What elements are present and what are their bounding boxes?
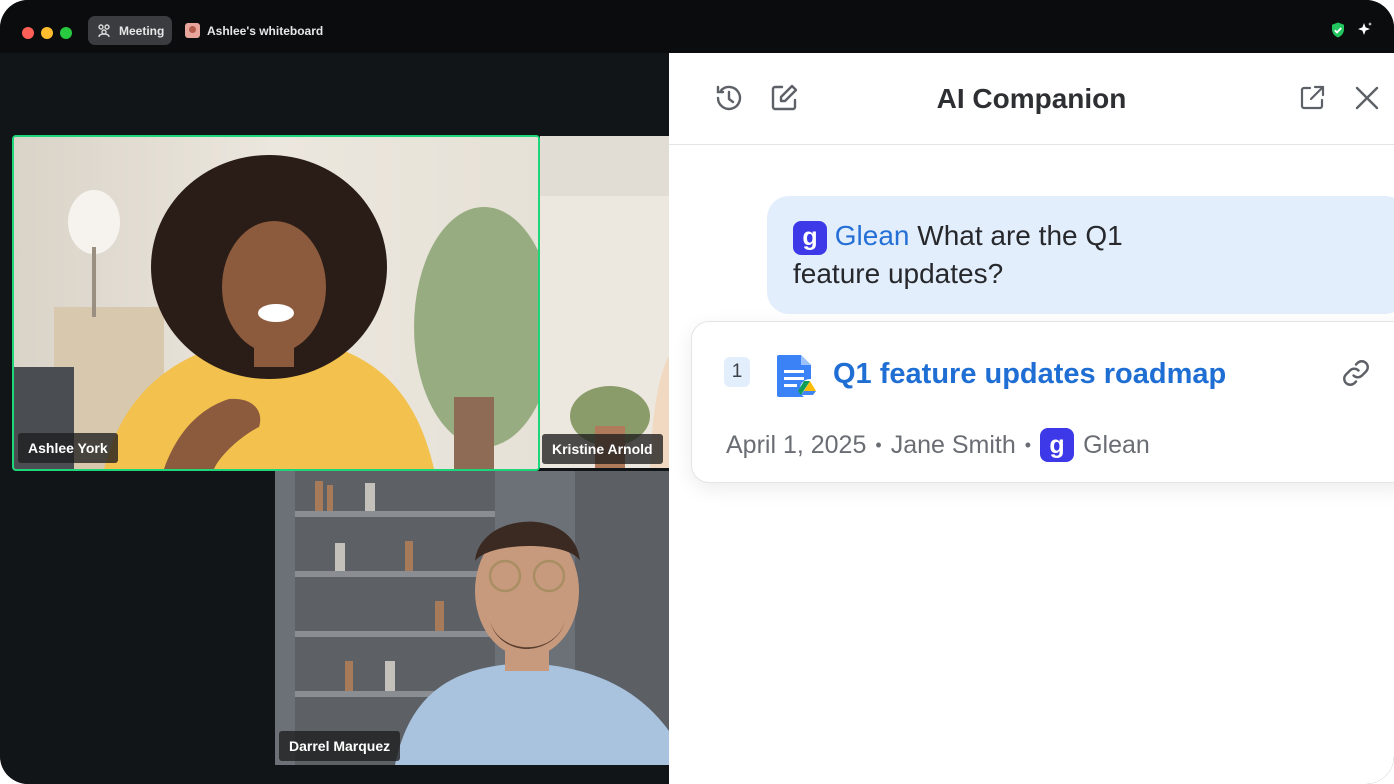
result-meta: April 1, 2025 • Jane Smith • g Glean: [726, 428, 1150, 462]
participant-name-tag: Ashlee York: [18, 433, 118, 463]
window-minimize-button[interactable]: [41, 27, 53, 39]
tab-whiteboard[interactable]: Ashlee's whiteboard: [176, 16, 331, 45]
query-line-1: g Glean What are the Q1: [793, 220, 1123, 255]
whiteboard-thumbnail: [184, 23, 200, 39]
separator-dot: •: [875, 434, 882, 455]
meeting-window: Meeting Ashlee's whiteboard Ashlee York …: [0, 0, 1394, 784]
pop-out-icon[interactable]: [1295, 81, 1329, 115]
query-source: Glean: [834, 220, 910, 251]
participant-video-ashlee: [14, 137, 538, 469]
panel-title: AI Companion: [936, 83, 1127, 114]
link-icon[interactable]: [1340, 357, 1372, 389]
google-docs-icon: [775, 353, 821, 399]
shield-check-icon[interactable]: [1329, 21, 1347, 39]
tab-meeting[interactable]: Meeting: [88, 16, 173, 45]
window-close-button[interactable]: [22, 27, 34, 39]
result-author: Jane Smith: [890, 430, 1016, 459]
window-zoom-button[interactable]: [60, 27, 72, 39]
panel-header: AI Companion: [669, 53, 1394, 145]
query-text-2: feature updates?: [793, 258, 1004, 289]
glean-logo-icon: g: [793, 220, 827, 255]
participant-name-tag: Kristine Arnold: [542, 434, 663, 464]
result-card[interactable]: 1 Q1 feature updates roadmap April 1, 20…: [691, 321, 1394, 483]
query-text-1: What are the Q1: [917, 220, 1123, 251]
participant-name-tag: Darrel Marquez: [279, 731, 401, 761]
video-stage: Ashlee York Kristine Arnold Darrel Marqu…: [0, 53, 669, 784]
participant-tile-darrel[interactable]: Darrel Marquez: [275, 471, 669, 765]
title-bar: Meeting Ashlee's whiteboard: [0, 0, 1394, 53]
query-bubble: g Glean What are the Q1 feature updates?: [767, 196, 1394, 314]
tab-meeting-label: Meeting: [119, 23, 165, 38]
result-date: April 1, 2025: [726, 430, 867, 459]
participant-video-darrel: [275, 471, 669, 765]
people-icon: [96, 23, 112, 39]
participant-tile-kristine[interactable]: Kristine Arnold: [540, 136, 669, 468]
close-icon[interactable]: [1350, 81, 1384, 115]
glean-logo-icon: g: [1040, 428, 1075, 462]
result-source: Glean: [1083, 430, 1150, 459]
citation-number: 1: [724, 357, 750, 387]
ai-companion-panel: AI Companion g Glean What are the Q1 fea…: [669, 53, 1394, 784]
participant-video-kristine: [540, 136, 669, 468]
separator-dot: •: [1024, 434, 1032, 455]
tab-whiteboard-label: Ashlee's whiteboard: [207, 23, 324, 38]
sparkle-icon[interactable]: [1356, 21, 1374, 39]
result-title-link[interactable]: Q1 feature updates roadmap: [833, 358, 1226, 391]
participant-tile-ashlee[interactable]: Ashlee York: [12, 135, 540, 471]
